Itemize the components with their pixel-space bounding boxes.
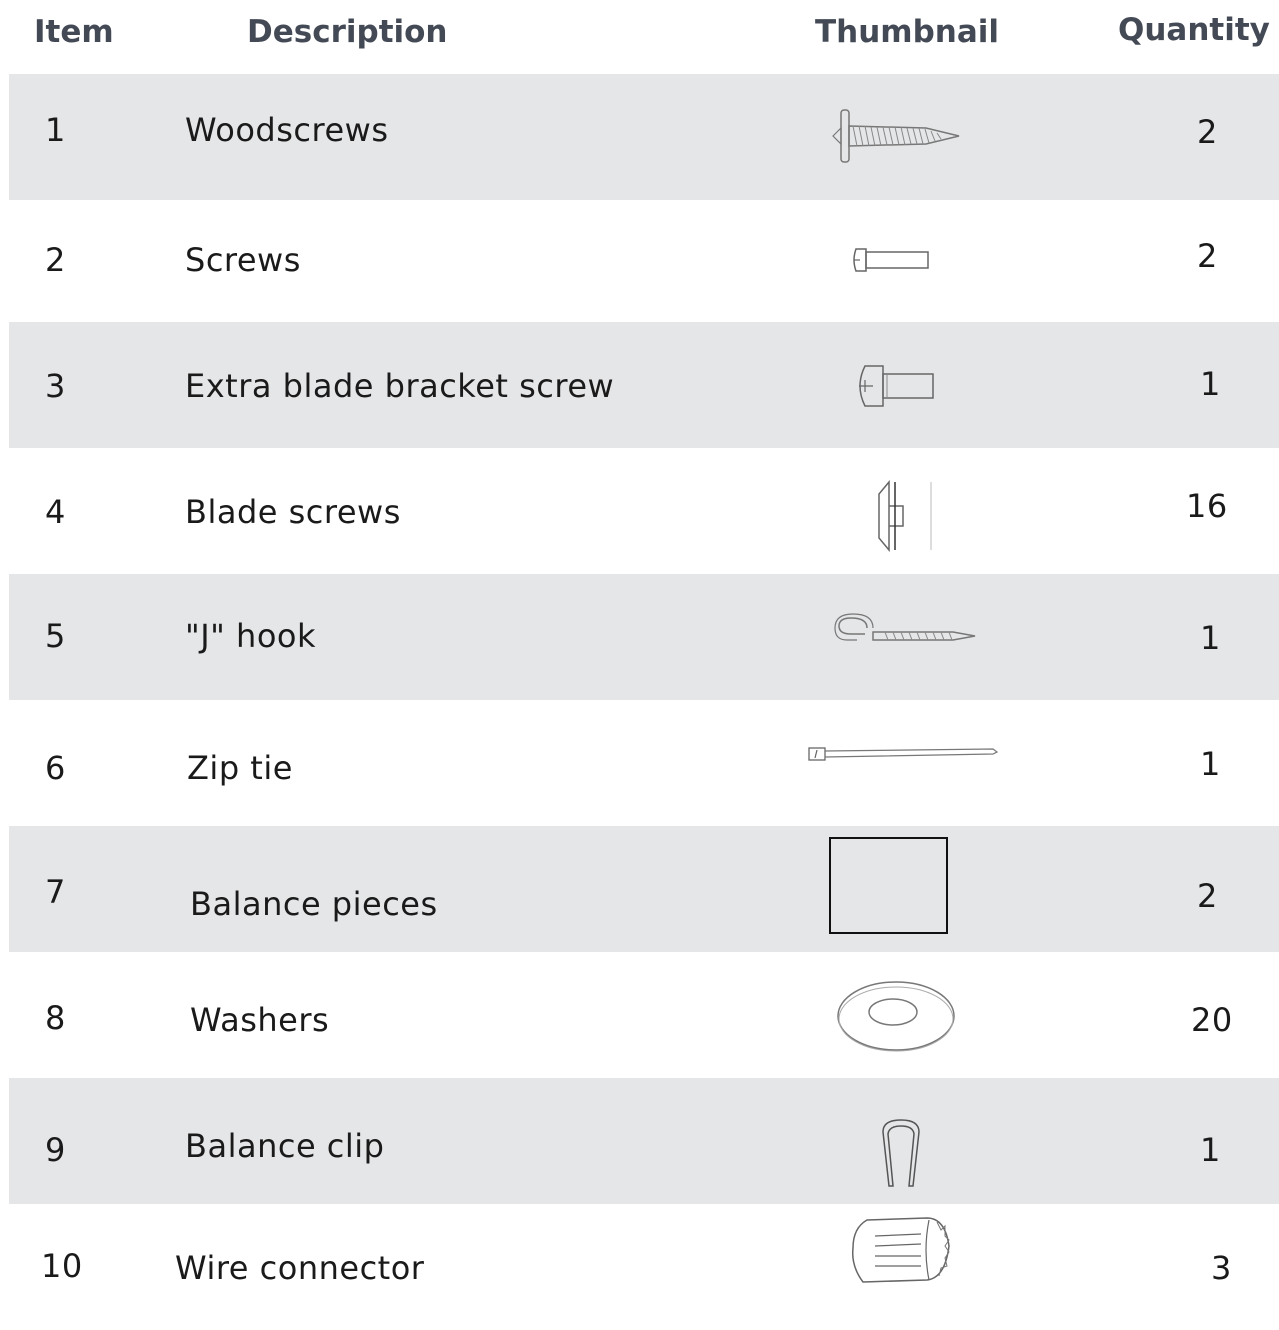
table-row: 2 Screws 2 <box>9 200 1279 326</box>
item-number: 8 <box>45 999 66 1037</box>
item-description: Blade screws <box>185 493 401 531</box>
item-quantity: 1 <box>1200 745 1221 783</box>
item-quantity: 3 <box>1211 1249 1232 1287</box>
item-number: 3 <box>45 367 66 405</box>
item-description: Wire connector <box>175 1249 425 1287</box>
item-description: Screws <box>185 241 301 279</box>
item-description: Extra blade bracket screw <box>185 367 615 405</box>
table-row: 3 Extra blade bracket screw 1 <box>9 322 1279 448</box>
item-number: 9 <box>45 1131 66 1169</box>
table-row: 1 Woodscrews 2 <box>9 74 1279 200</box>
woodscrew-icon <box>831 106 961 166</box>
table-row: 10 Wire connector 3 <box>9 1204 1279 1330</box>
table-row: 4 Blade screws 16 <box>9 448 1279 574</box>
screw-icon <box>852 247 932 273</box>
item-description: "J" hook <box>185 617 317 655</box>
table-row: 9 Balance clip 1 <box>9 1078 1279 1204</box>
item-number: 5 <box>45 617 66 655</box>
zip-tie-icon <box>807 744 1003 764</box>
item-description: Balance pieces <box>190 885 438 923</box>
item-quantity: 20 <box>1191 1001 1233 1039</box>
item-quantity: 2 <box>1197 113 1218 151</box>
item-number: 1 <box>45 111 66 149</box>
header-thumbnail: Thumbnail <box>815 14 1000 50</box>
table-row: 7 Balance pieces 2 <box>9 826 1279 952</box>
bracket-screw-icon <box>855 364 939 408</box>
blade-screw-icon <box>869 478 939 554</box>
header-description: Description <box>247 14 448 50</box>
wire-connector-icon <box>845 1216 955 1286</box>
table-row: 6 Zip tie 1 <box>9 700 1279 826</box>
j-hook-icon <box>833 613 979 658</box>
item-description: Washers <box>190 1001 330 1039</box>
item-quantity: 1 <box>1200 365 1221 403</box>
item-description: Woodscrews <box>185 111 389 149</box>
item-number: 6 <box>45 749 66 787</box>
washer-icon <box>833 978 961 1054</box>
table-row: 8 Washers 20 <box>9 952 1279 1078</box>
item-number: 4 <box>45 493 66 531</box>
table-row: 5 "J" hook 1 <box>9 574 1279 700</box>
item-description: Balance clip <box>185 1127 385 1165</box>
item-description: Zip tie <box>187 749 293 787</box>
header-quantity: Quantity <box>1118 12 1270 48</box>
item-quantity: 1 <box>1200 619 1221 657</box>
item-number: 2 <box>45 241 66 279</box>
item-quantity: 2 <box>1197 877 1218 915</box>
item-number: 10 <box>41 1247 83 1285</box>
item-quantity: 16 <box>1186 487 1228 525</box>
header-item: Item <box>34 14 114 50</box>
item-quantity: 1 <box>1200 1131 1221 1169</box>
item-quantity: 2 <box>1197 237 1218 275</box>
balance-piece-icon <box>829 837 949 935</box>
item-number: 7 <box>45 873 66 911</box>
balance-clip-icon <box>877 1118 927 1190</box>
